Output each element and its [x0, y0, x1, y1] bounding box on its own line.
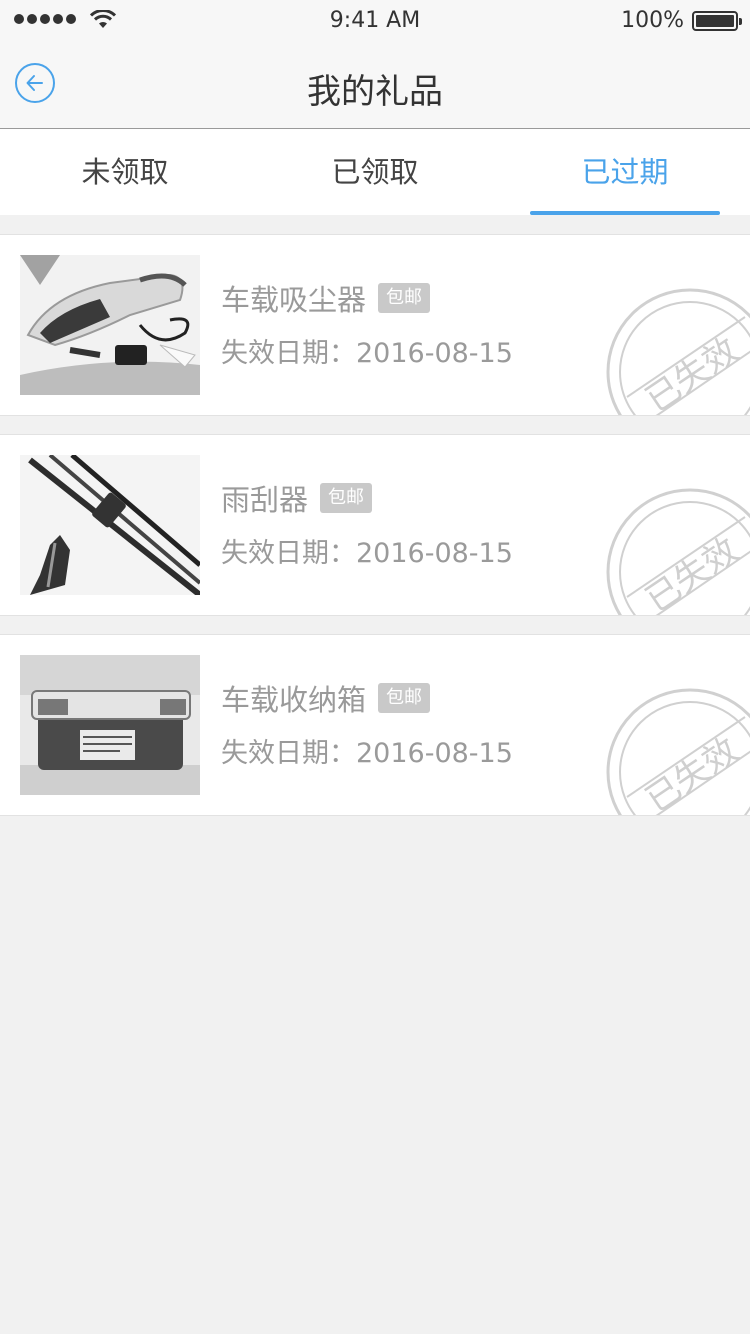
tab-expired[interactable]: 已过期 [500, 129, 750, 215]
free-shipping-badge: 包邮 [378, 683, 431, 713]
battery-percentage: 100% [621, 8, 684, 33]
gift-title: 雨刮器 包邮 [221, 477, 373, 519]
expiry-date: 失效日期：2016-08-15 [221, 338, 513, 369]
car-vacuum-image [20, 255, 200, 395]
free-shipping-badge: 包邮 [320, 483, 373, 513]
page-title: 我的礼品 [307, 72, 443, 112]
gift-title: 车载收纳箱 包邮 [221, 677, 431, 719]
gift-list-item[interactable]: 雨刮器 包邮 失效日期：2016-08-15 已失效 [0, 434, 750, 616]
tab-label: 已过期 [581, 155, 669, 189]
storage-box-image [20, 655, 200, 795]
navigation-bar: 我的礼品 [0, 40, 750, 129]
gift-name: 车载吸尘器 [221, 283, 367, 317]
gift-name: 车载收纳箱 [221, 683, 367, 717]
gift-list-item[interactable]: 车载收纳箱 包邮 失效日期：2016-08-15 已失效 [0, 634, 750, 816]
expired-stamp: 已失效 [606, 288, 750, 416]
tab-label: 已领取 [331, 155, 419, 189]
battery-icon [692, 11, 742, 31]
gift-name: 雨刮器 [221, 483, 309, 517]
gift-title: 车载吸尘器 包邮 [221, 277, 431, 319]
expired-stamp: 已失效 [606, 488, 750, 616]
tab-claimed[interactable]: 已领取 [250, 129, 500, 215]
gift-status-tabs: 未领取 已领取 已过期 [0, 129, 750, 215]
expiry-date: 失效日期：2016-08-15 [221, 738, 513, 769]
tab-unclaimed[interactable]: 未领取 [0, 129, 250, 215]
gift-list-item[interactable]: 车载吸尘器 包邮 失效日期：2016-08-15 已失效 [0, 234, 750, 416]
wiper-blade-image [20, 455, 200, 595]
svg-text:已失效: 已失效 [639, 530, 746, 616]
svg-text:已失效: 已失效 [639, 330, 746, 416]
expiry-date: 失效日期：2016-08-15 [221, 538, 513, 569]
gift-list: 车载吸尘器 包邮 失效日期：2016-08-15 已失效 雨刮器 包邮 失效日期… [0, 234, 750, 834]
status-bar: 9:41 AM 100% [0, 0, 750, 40]
free-shipping-badge: 包邮 [378, 283, 431, 313]
svg-text:已失效: 已失效 [639, 730, 746, 816]
active-tab-indicator [530, 211, 720, 215]
tab-label: 未领取 [81, 155, 169, 189]
expired-stamp: 已失效 [606, 688, 750, 816]
